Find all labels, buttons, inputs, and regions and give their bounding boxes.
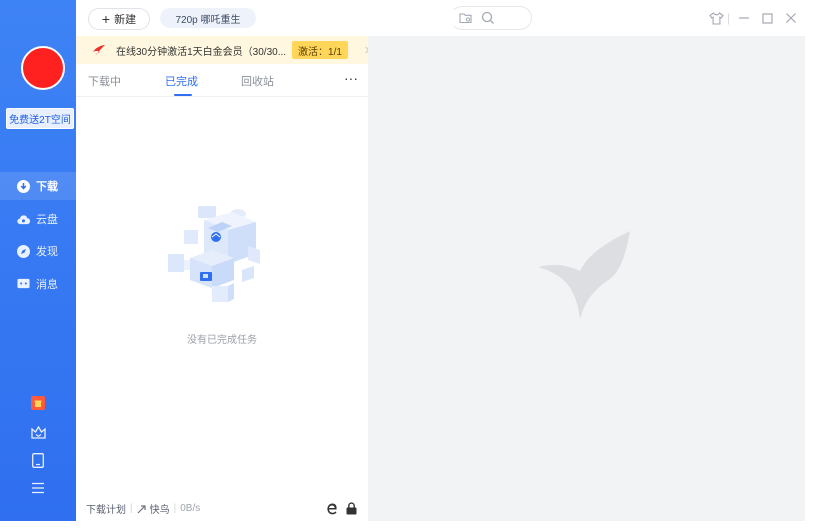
top-bar: + 新建 720p 哪吒重生 | bbox=[76, 0, 805, 37]
new-task-button[interactable]: + 新建 bbox=[88, 8, 150, 30]
speed-mode-icon bbox=[137, 504, 147, 514]
detail-panel bbox=[368, 36, 805, 521]
speed-mode-label[interactable]: 快鸟 bbox=[150, 501, 170, 516]
sidebar: 免费送2T空间 下载 云盘 发现 消息 bbox=[0, 0, 76, 521]
red-bird-icon bbox=[92, 44, 106, 56]
download-plan-link[interactable]: 下载计划 bbox=[86, 501, 126, 516]
search-icon[interactable] bbox=[481, 11, 495, 28]
message-icon bbox=[17, 278, 30, 291]
tab-recycle-bin[interactable]: 回收站 bbox=[241, 73, 274, 89]
bird-logo-watermark bbox=[536, 231, 636, 326]
tablet-icon[interactable] bbox=[30, 452, 46, 468]
vip-activation-banner[interactable]: 在线30分钟激活1天白金会员（30/30... 激活：1/1 ✕ bbox=[76, 36, 373, 64]
download-list-panel: 在线30分钟激活1天白金会员（30/30... 激活：1/1 ✕ 下载中 已完成… bbox=[76, 36, 373, 521]
sidebar-item-label: 消息 bbox=[36, 279, 58, 291]
crown-icon[interactable] bbox=[30, 424, 46, 440]
compass-icon bbox=[17, 244, 30, 258]
activation-count-badge[interactable]: 激活：1/1 bbox=[292, 41, 348, 59]
gift-icon[interactable] bbox=[30, 395, 46, 411]
skin-icon[interactable] bbox=[709, 10, 724, 26]
plus-icon: + bbox=[101, 11, 111, 27]
divider: | bbox=[727, 11, 731, 25]
sidebar-item-label: 云盘 bbox=[36, 214, 58, 226]
more-options-icon[interactable]: ··· bbox=[344, 70, 358, 86]
sidebar-item-download[interactable]: 下载 bbox=[0, 172, 76, 200]
sidebar-item-messages[interactable]: 消息 bbox=[0, 270, 76, 298]
sidebar-item-discover[interactable]: 发现 bbox=[0, 237, 76, 265]
lock-icon[interactable] bbox=[346, 502, 357, 515]
tab-completed[interactable]: 已完成 bbox=[165, 73, 198, 89]
divider: | bbox=[130, 503, 133, 514]
search-box[interactable] bbox=[450, 6, 532, 30]
empty-state-illustration bbox=[162, 200, 282, 318]
cloud-icon bbox=[17, 213, 30, 226]
empty-state-text: 没有已完成任务 bbox=[187, 335, 257, 346]
divider: | bbox=[173, 503, 177, 514]
active-tab-indicator bbox=[174, 94, 192, 96]
search-history-tag[interactable]: 720p 哪吒重生 bbox=[160, 8, 256, 28]
menu-icon[interactable] bbox=[30, 480, 46, 496]
download-icon bbox=[17, 179, 30, 193]
browser-icon[interactable] bbox=[325, 502, 338, 515]
sidebar-item-cloud[interactable]: 云盘 bbox=[0, 205, 76, 233]
download-tabs: 下载中 已完成 回收站 ··· bbox=[76, 64, 368, 97]
sidebar-item-label: 下载 bbox=[36, 181, 58, 193]
download-speed: 0B/s bbox=[180, 503, 201, 514]
new-task-label: 新建 bbox=[114, 14, 137, 26]
banner-text: 在线30分钟激活1天白金会员（30/30... bbox=[116, 46, 287, 58]
maximize-icon[interactable] bbox=[762, 10, 773, 26]
close-icon[interactable] bbox=[785, 10, 797, 26]
avatar[interactable] bbox=[21, 46, 65, 90]
minimize-icon[interactable] bbox=[738, 10, 750, 26]
free-space-promo[interactable]: 免费送2T空间 bbox=[6, 108, 74, 129]
folder-search-icon[interactable] bbox=[459, 12, 473, 27]
bottom-status-bar: 下载计划 | 快鸟 | 0B/s bbox=[76, 496, 368, 521]
tab-downloading[interactable]: 下载中 bbox=[88, 73, 121, 89]
sidebar-item-label: 发现 bbox=[36, 246, 58, 258]
